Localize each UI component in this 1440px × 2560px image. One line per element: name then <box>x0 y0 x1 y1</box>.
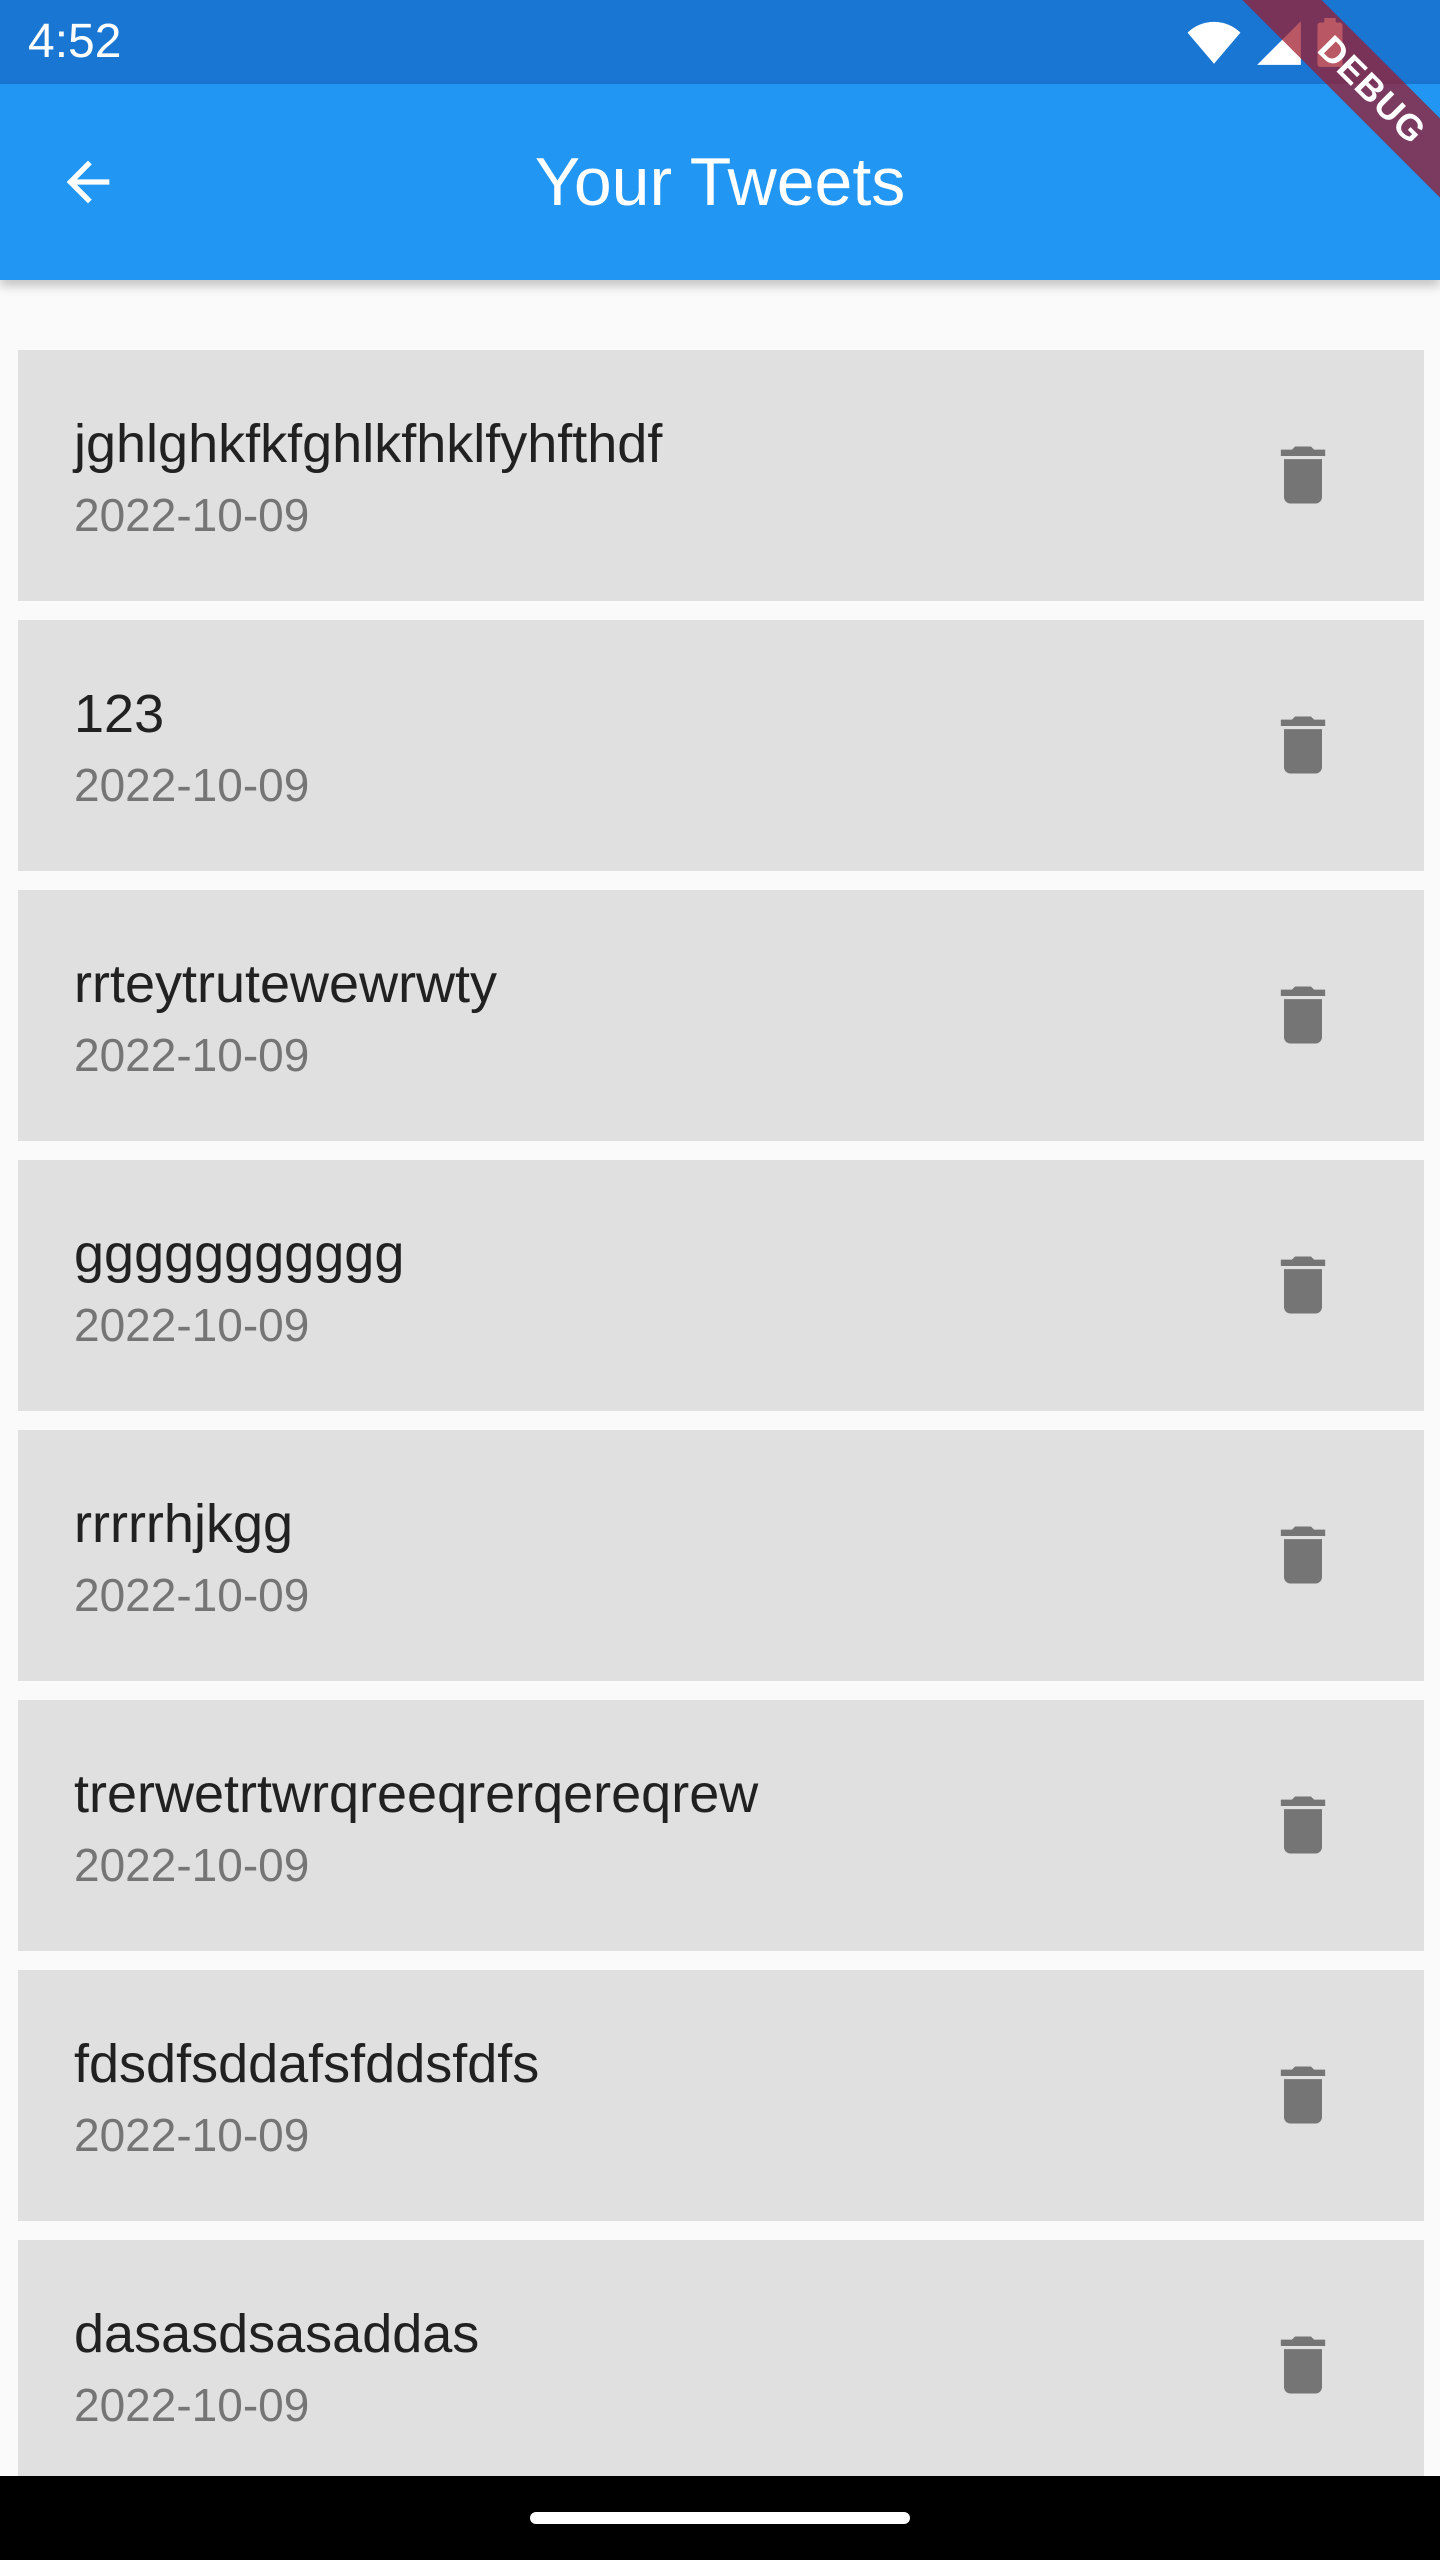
tweet-card[interactable]: rrrrrhjkgg 2022-10-09 <box>18 1430 1424 1681</box>
tweet-text: rrrrrhjkgg <box>74 1494 294 1554</box>
tweet-text: dasasdsasaddas <box>74 2304 480 2364</box>
delete-icon <box>1280 1526 1326 1584</box>
app-bar: Your Tweets <box>0 84 1440 280</box>
tweet-date: 2022-10-09 <box>74 2109 310 2161</box>
tweet-card[interactable]: trerwetrtwrqreeqrerqereqrew 2022-10-09 <box>18 1700 1424 1951</box>
tweet-card[interactable]: jghlghkfkfghlkfhklfyhfthdf 2022-10-09 <box>18 350 1424 601</box>
tweet-card[interactable]: fdsdfsddafsfddsfdfs 2022-10-09 <box>18 1970 1424 2221</box>
delete-icon <box>1280 716 1326 774</box>
delete-button[interactable] <box>1258 700 1348 790</box>
delete-button[interactable] <box>1258 2050 1348 2140</box>
tweet-text: jghlghkfkfghlkfhklfyhfthdf <box>74 414 663 474</box>
delete-button[interactable] <box>1258 1240 1348 1330</box>
tweet-date: 2022-10-09 <box>74 1839 310 1891</box>
battery-icon <box>1317 18 1343 67</box>
home-indicator[interactable] <box>530 2512 910 2524</box>
delete-icon <box>1280 1796 1326 1854</box>
delete-button[interactable] <box>1258 1510 1348 1600</box>
page-title: Your Tweets <box>534 144 906 220</box>
tweet-card[interactable]: 123 2022-10-09 <box>18 620 1424 871</box>
tweet-date: 2022-10-09 <box>74 759 310 811</box>
tweet-date: 2022-10-09 <box>74 2379 310 2431</box>
delete-button[interactable] <box>1258 430 1348 520</box>
tweet-card[interactable]: dasasdsasaddas 2022-10-09 <box>18 2240 1424 2476</box>
wifi-icon <box>1187 21 1241 64</box>
delete-icon <box>1280 2066 1326 2124</box>
delete-button[interactable] <box>1258 2320 1348 2410</box>
back-button[interactable] <box>44 138 132 226</box>
tweet-text: 123 <box>74 684 165 744</box>
signal-icon <box>1257 21 1301 65</box>
tweet-date: 2022-10-09 <box>74 1299 310 1351</box>
tweet-text: trerwetrtwrqreeqrerqereqrew <box>74 1764 759 1824</box>
status-time: 4:52 <box>28 15 122 68</box>
tweet-list[interactable]: jghlghkfkfghlkfhklfyhfthdf 2022-10-09 12… <box>0 280 1440 2476</box>
tweet-date: 2022-10-09 <box>74 1569 310 1621</box>
delete-icon <box>1280 2336 1326 2394</box>
delete-icon <box>1280 986 1326 1044</box>
delete-icon <box>1280 446 1326 504</box>
status-icons <box>1186 18 1344 68</box>
status-bar: 4:52 <box>0 0 1440 84</box>
tweet-text: rrteytrutewewrwty <box>74 954 498 1014</box>
delete-button[interactable] <box>1258 1780 1348 1870</box>
system-navigation-bar <box>0 2476 1440 2560</box>
tweet-text: fdsdfsddafsfddsfdfs <box>74 2034 540 2094</box>
delete-icon <box>1280 1256 1326 1314</box>
delete-button[interactable] <box>1258 970 1348 1060</box>
tweet-card[interactable]: rrteytrutewewrwty 2022-10-09 <box>18 890 1424 1141</box>
tweet-date: 2022-10-09 <box>74 1029 310 1081</box>
tweet-text: ggggggggggg <box>74 1224 405 1284</box>
arrow-back-icon <box>66 160 110 204</box>
tweet-date: 2022-10-09 <box>74 489 310 541</box>
tweet-card[interactable]: ggggggggggg 2022-10-09 <box>18 1160 1424 1411</box>
